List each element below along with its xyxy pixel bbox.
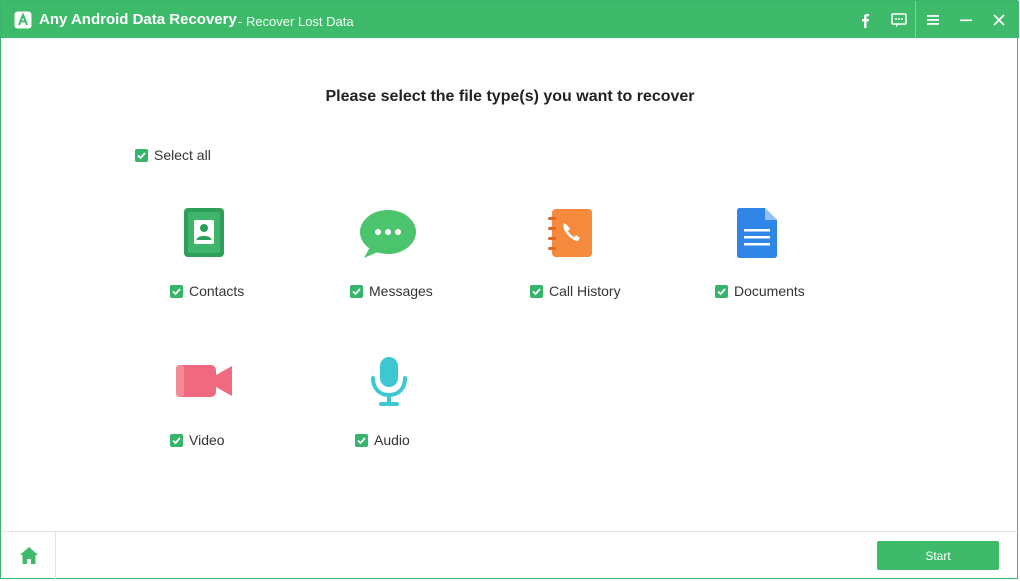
file-type-label-row: Contacts (170, 283, 244, 299)
messages-label: Messages (369, 283, 433, 299)
audio-icon (369, 356, 439, 416)
start-button[interactable]: Start (877, 541, 999, 570)
video-label: Video (189, 432, 225, 448)
file-type-label-row: Video (170, 432, 225, 448)
video-checkbox[interactable] (170, 433, 183, 447)
file-type-documents[interactable]: Documents (715, 207, 895, 317)
feedback-icon[interactable] (889, 10, 909, 30)
file-type-label-row: Audio (355, 432, 410, 448)
page-heading: Please select the file type(s) you want … (325, 88, 695, 105)
file-type-label-row: Messages (350, 283, 433, 299)
file-type-video[interactable]: Video (170, 356, 350, 466)
title-bar[interactable]: Any Android Data Recovery - Recover Lost… (1, 1, 1019, 38)
app-logo-icon (14, 11, 32, 29)
audio-checkbox[interactable] (355, 433, 368, 447)
contacts-checkbox[interactable] (170, 284, 183, 298)
documents-checkbox[interactable] (715, 284, 728, 298)
call-history-checkbox[interactable] (530, 284, 543, 298)
select-all-check-icon[interactable] (135, 148, 148, 162)
menu-icon[interactable] (923, 10, 943, 30)
file-type-contacts[interactable]: Contacts (170, 207, 350, 317)
file-type-audio[interactable]: Audio (355, 356, 535, 466)
file-type-label-row: Documents (715, 283, 805, 299)
call-history-label: Call History (549, 283, 621, 299)
app-title: Any Android Data Recovery (39, 11, 237, 28)
file-type-messages[interactable]: Messages (350, 207, 530, 317)
audio-label: Audio (374, 432, 410, 448)
file-type-label-row: Call History (530, 283, 621, 299)
select-all-label: Select all (154, 147, 211, 163)
file-type-call-history[interactable]: Call History (530, 207, 710, 317)
app-window: Any Android Data Recovery - Recover Lost… (0, 0, 1019, 579)
select-all-checkbox[interactable]: Select all (135, 147, 211, 163)
messages-checkbox[interactable] (350, 284, 363, 298)
footer-divider (1, 531, 1019, 532)
footer-separator (55, 532, 56, 579)
contacts-label: Contacts (189, 283, 245, 299)
messages-icon (358, 207, 428, 267)
documents-label: Documents (734, 283, 805, 299)
app-subtitle: - Recover Lost Data (238, 14, 354, 29)
titlebar-separator (915, 1, 916, 38)
call-history-icon (546, 207, 616, 267)
facebook-icon[interactable] (855, 10, 875, 30)
home-icon[interactable] (17, 544, 41, 568)
video-icon (174, 356, 244, 416)
documents-icon (735, 207, 805, 267)
contacts-icon (182, 207, 252, 267)
close-icon[interactable] (989, 10, 1009, 30)
minimize-icon[interactable] (956, 10, 976, 30)
